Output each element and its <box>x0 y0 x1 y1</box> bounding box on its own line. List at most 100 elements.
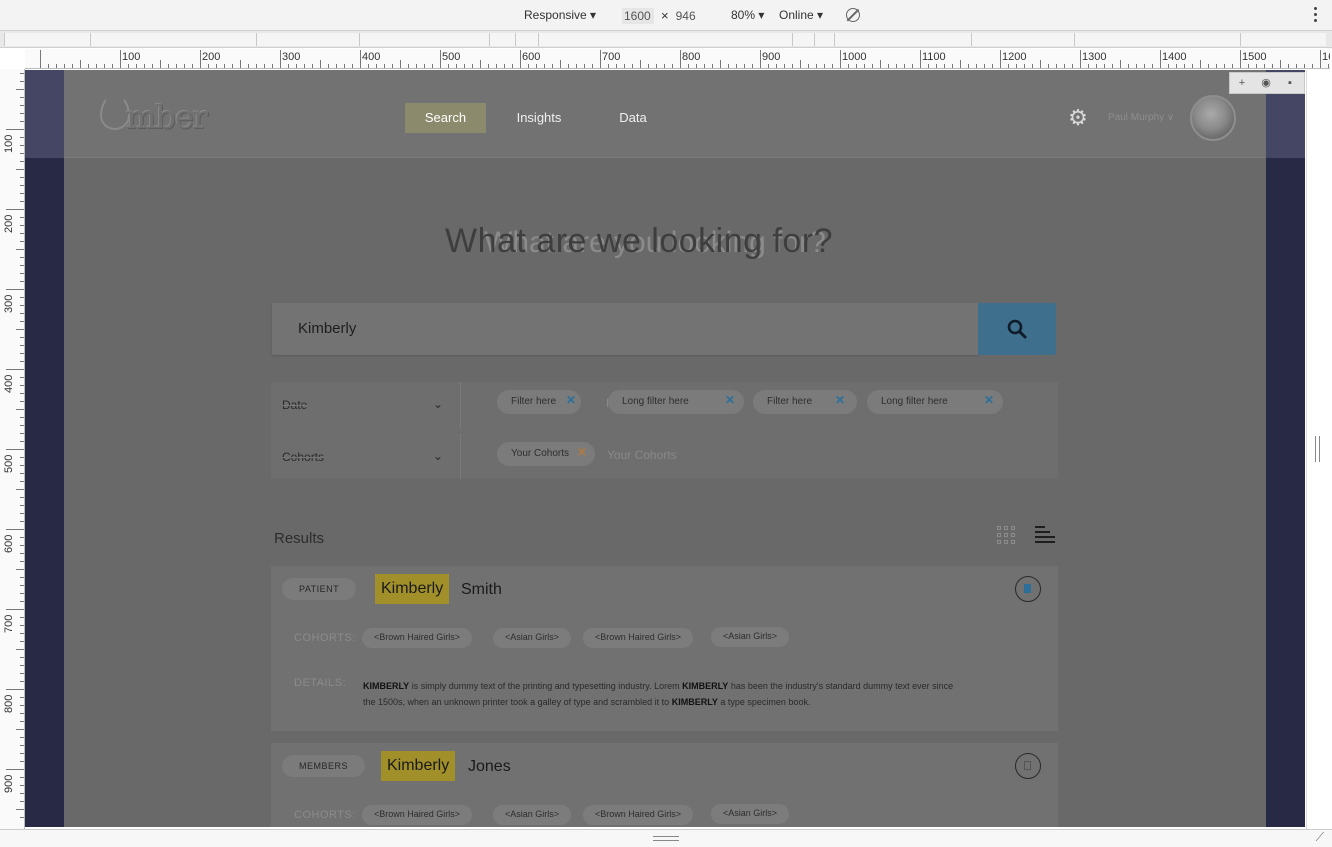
ruler-tick <box>1200 60 1201 68</box>
mq-segment[interactable] <box>90 33 256 46</box>
mq-segment[interactable] <box>792 33 814 46</box>
ruler-tick <box>16 89 24 90</box>
logo[interactable]: mber <box>100 90 212 136</box>
bookmark-icon[interactable] <box>1015 753 1041 779</box>
mq-segment[interactable] <box>515 33 538 46</box>
mq-segment[interactable] <box>1240 33 1326 46</box>
avatar[interactable] <box>1190 95 1236 141</box>
ruler-tick <box>320 60 321 68</box>
cohort-chip[interactable]: <Brown Haired Girls> <box>362 805 473 825</box>
ruler-tick <box>656 64 657 68</box>
mq-segment[interactable] <box>359 33 489 46</box>
ruler-tick <box>280 50 281 68</box>
height-input[interactable]: 946 <box>676 9 696 23</box>
cohort-chip[interactable]: <Brown Haired Girls> <box>583 628 694 648</box>
ruler-tick <box>20 761 24 762</box>
mq-segment[interactable] <box>1074 33 1240 46</box>
ruler-tick <box>680 50 681 68</box>
ruler-tick <box>808 64 809 68</box>
close-icon[interactable]: ✕ <box>984 393 994 407</box>
cohort-chip[interactable]: <Asian Girls> <box>493 628 572 648</box>
mq-segment[interactable] <box>971 33 1074 46</box>
mq-segment[interactable] <box>256 33 359 46</box>
cohort-chip[interactable]: <Brown Haired Girls> <box>583 805 694 825</box>
list-view-icon[interactable] <box>1035 526 1055 544</box>
ruler-tick <box>96 64 97 68</box>
lock-icon[interactable]: ▪ <box>1283 76 1297 90</box>
close-icon[interactable]: ✕ <box>566 393 576 407</box>
ruler-tick <box>20 193 24 194</box>
ruler-tick <box>1096 64 1097 68</box>
ruler-tick <box>752 64 753 68</box>
rotate-icon[interactable] <box>846 8 860 22</box>
nav-tab-insights[interactable]: Insights <box>506 103 572 133</box>
resize-grip[interactable] <box>653 836 679 841</box>
ruler-tick <box>20 401 24 402</box>
date-filter-select[interactable]: Date ⌄ <box>271 382 461 428</box>
filter-chip: Filter here ✕ <box>497 390 581 414</box>
mq-segment[interactable] <box>538 33 792 46</box>
ruler-tick <box>960 60 961 68</box>
mq-segment[interactable] <box>489 33 515 46</box>
ruler-tick <box>136 64 137 68</box>
ruler-tick <box>832 64 833 68</box>
cohorts-label: COHORTS: <box>294 809 356 821</box>
ruler-tick <box>880 60 881 68</box>
ruler-tick <box>1152 64 1153 68</box>
app-header: mber Search Insights Data ⚙ Paul Murphy … <box>64 70 1266 158</box>
filter-chip-label: Long filter here <box>622 396 689 407</box>
ruler-tick <box>20 745 24 746</box>
ruler-tick <box>200 50 201 68</box>
mq-segment[interactable] <box>834 33 971 46</box>
ruler-tick <box>20 153 24 154</box>
cohort-chip[interactable]: <Asian Girls> <box>493 805 572 825</box>
ruler-tick <box>568 64 569 68</box>
ruler-tick <box>720 60 721 68</box>
grid-view-icon[interactable] <box>997 526 1015 544</box>
network-throttle-select[interactable]: Online ▾ <box>779 8 823 22</box>
width-input[interactable]: 1600 <box>622 8 654 24</box>
cohort-chip[interactable]: <Asian Girls> <box>711 804 790 824</box>
ruler-tick <box>1224 64 1225 68</box>
mq-segment[interactable] <box>4 33 90 46</box>
right-resize-handle[interactable] <box>1306 70 1332 829</box>
cohort-chip[interactable]: <Brown Haired Girls> <box>362 628 473 648</box>
more-vert-icon[interactable] <box>1314 7 1318 25</box>
gear-icon[interactable]: ⚙ <box>1067 107 1089 129</box>
ruler-tick <box>20 113 24 114</box>
result-card[interactable]: MEMBERS Kimberly Jones COHORTS: <Brown H… <box>271 743 1058 827</box>
eye-icon[interactable]: ◉ <box>1259 76 1273 90</box>
filter-chip-label: Long filter here <box>881 396 948 407</box>
close-icon[interactable]: ✕ <box>725 393 735 407</box>
close-icon[interactable]: ✕ <box>835 393 845 407</box>
ruler-tick <box>20 433 24 434</box>
search-button[interactable] <box>978 303 1056 355</box>
name-last: Jones <box>468 758 511 775</box>
device-mode-select[interactable]: Responsive ▾ <box>524 8 596 22</box>
filter-row-cohorts: Cohorts ⌄ Your Cohorts ✕ Your Cohorts <box>271 434 1058 480</box>
ruler-tick <box>20 577 24 578</box>
ruler-tick <box>792 64 793 68</box>
ruler-tick <box>1168 64 1169 68</box>
ruler-tick <box>112 64 113 68</box>
ruler-label: 800 <box>682 51 701 63</box>
close-icon[interactable]: ✕ <box>577 445 587 459</box>
zoom-select[interactable]: 80% ▾ <box>731 8 764 22</box>
ruler-tick <box>20 361 24 362</box>
bottom-resize-handle[interactable]: ⟋ <box>0 829 1332 847</box>
result-card[interactable]: PATIENT Kimberly Smith COHORTS: <Brown H… <box>271 566 1058 731</box>
user-menu[interactable]: Paul Murphy ∨ <box>1108 112 1174 123</box>
cohort-chip[interactable]: <Asian Girls> <box>711 627 790 647</box>
cohorts-filter-select[interactable]: Cohorts ⌄ <box>271 434 461 480</box>
corner-resize-icon[interactable]: ⟋ <box>1316 830 1324 845</box>
media-query-bar[interactable] <box>0 31 1332 48</box>
nav-tab-search[interactable]: Search <box>405 103 486 133</box>
ruler-tick <box>20 497 24 498</box>
nav-tab-data[interactable]: Data <box>611 103 655 133</box>
bookmark-icon[interactable] <box>1015 576 1041 602</box>
search-input[interactable]: Kimberly <box>272 303 978 355</box>
ruler-tick <box>64 64 65 68</box>
mq-segment[interactable] <box>814 33 834 46</box>
ruler-tick <box>248 64 249 68</box>
add-icon[interactable]: + <box>1235 76 1249 90</box>
